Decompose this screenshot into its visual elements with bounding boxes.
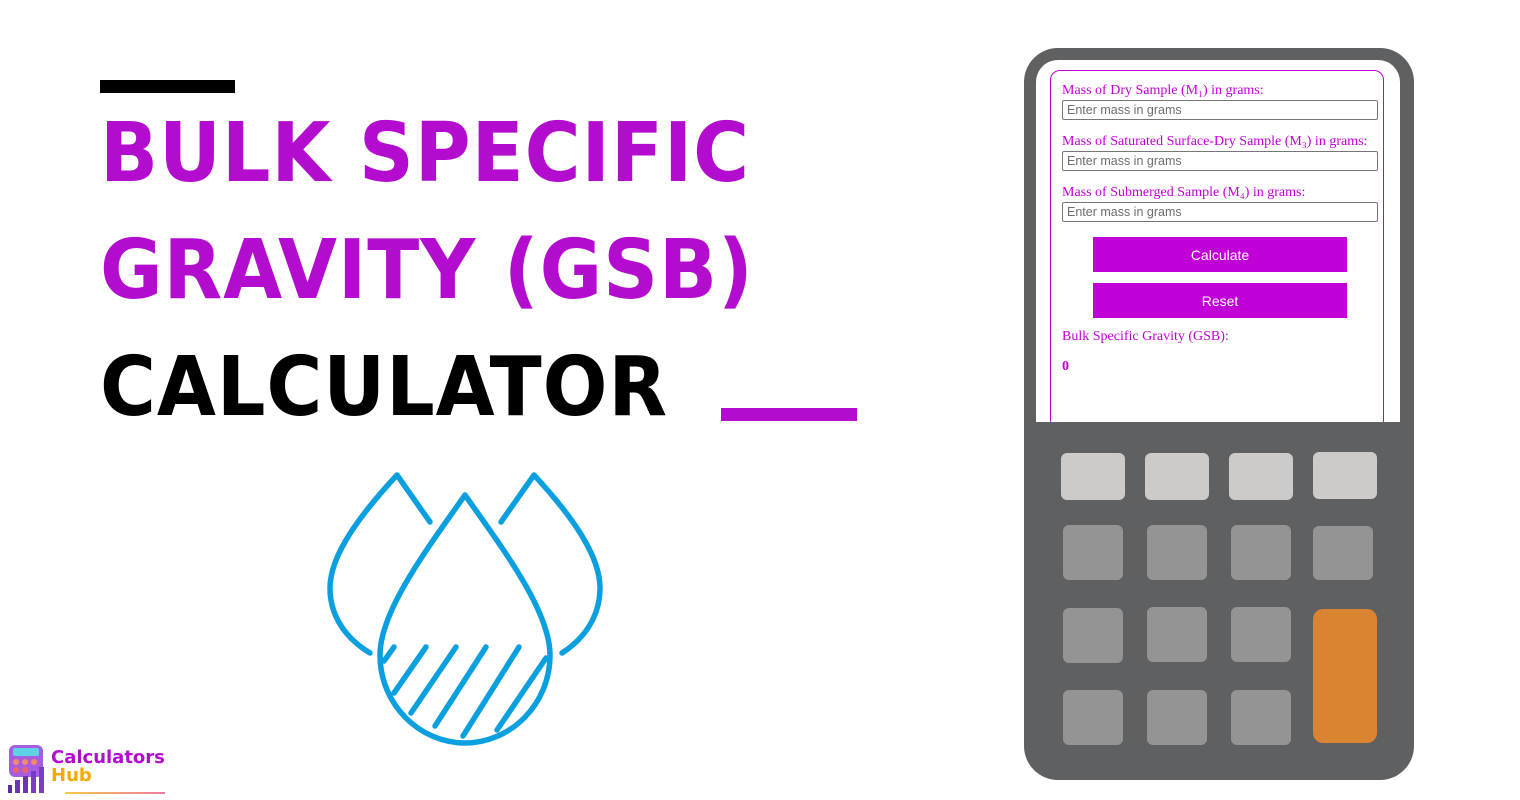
logo-text-hub: Hub [51,765,92,786]
logo-underline [65,792,165,794]
calculate-button[interactable]: Calculate [1093,237,1347,272]
keypad-key [1231,690,1291,745]
calculator-device: Mass of Dry Sample (M₁) in grams: Mass o… [1024,48,1414,780]
calculators-hub-logo[interactable]: Calculators Hub [5,743,175,798]
keypad-key [1313,452,1377,499]
keypad-key [1063,690,1123,745]
keypad-key [1145,453,1209,500]
calculator-chart-logo-icon [8,745,44,793]
ssd-mass-input[interactable] [1062,151,1378,171]
title-line-3: Calculator [100,340,669,435]
submerged-mass-input[interactable] [1062,202,1378,222]
gsb-calculator-form: Mass of Dry Sample (M₁) in grams: Mass o… [1050,70,1384,422]
decorative-top-bar [100,80,235,93]
calculator-screen: Mass of Dry Sample (M₁) in grams: Mass o… [1036,60,1400,422]
keypad-key [1229,453,1293,500]
keypad-key [1061,453,1125,500]
center-drop-outline [377,492,553,746]
water-drops-icon [327,472,603,746]
title-line-2: Gravity (GSB) [100,223,754,318]
dry-mass-label: Mass of Dry Sample (M₁) in grams: [1062,83,1264,98]
keypad-key [1313,526,1373,580]
keypad-key [1231,525,1291,580]
keypad-key [1063,608,1123,663]
dry-mass-input[interactable] [1062,100,1378,120]
keypad-key [1063,525,1123,580]
decorative-underline-bar [721,408,857,421]
title-line-1: Bulk Specific [100,106,751,201]
reset-button[interactable]: Reset [1093,283,1347,318]
keypad-key [1231,607,1291,662]
ssd-mass-label: Mass of Saturated Surface-Dry Sample (M₃… [1062,134,1368,149]
result-value: 0 [1062,359,1069,374]
keypad-key [1147,607,1207,662]
keypad-key-equals [1313,609,1377,743]
page-title: Bulk Specific Gravity (GSB) Calculator [100,95,803,446]
keypad-key [1147,690,1207,745]
keypad-key [1147,525,1207,580]
right-drop-outline [498,472,603,656]
result-label: Bulk Specific Gravity (GSB): [1062,329,1229,344]
submerged-mass-label: Mass of Submerged Sample (M₄) in grams: [1062,185,1306,200]
